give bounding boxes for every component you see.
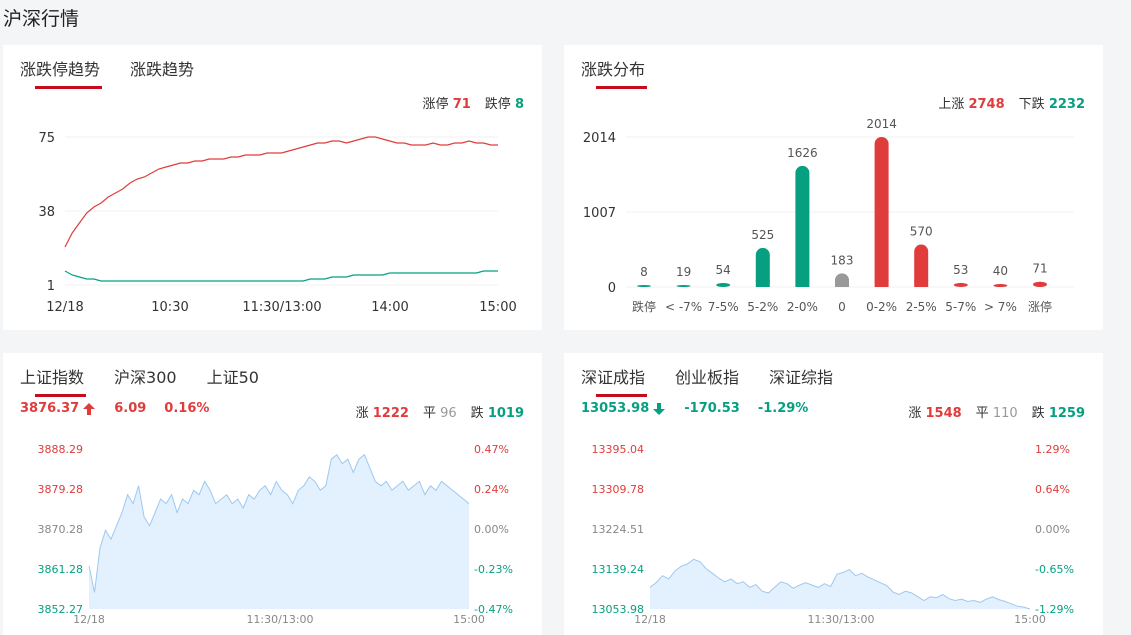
bar-value-label: 8 <box>640 265 648 279</box>
bar-category-label: 2-5% <box>906 300 937 314</box>
sh-index-chart: 3888.293879.283870.283861.283852.270.47%… <box>38 443 513 626</box>
x-tick-label: 15:00 <box>479 300 516 315</box>
bar-value-label: 183 <box>831 253 854 267</box>
y-left-label: 13309.78 <box>592 483 645 496</box>
bar-value-label: 71 <box>1032 262 1047 276</box>
bar-category-label: 0 <box>838 300 846 314</box>
bar-base <box>914 280 929 287</box>
bar-value-label: 2014 <box>866 117 897 131</box>
bar <box>676 285 691 287</box>
limit-trend-chart: 75 38 1 12/18 10:30 11:30/13:00 14:00 15:00 <box>38 131 516 315</box>
y-left-label: 3861.28 <box>38 563 84 576</box>
y-tick-label: 0 <box>608 281 616 296</box>
y-right-label: 0.00% <box>1035 523 1070 536</box>
bar-category-label: 7-5% <box>708 300 739 314</box>
bar <box>993 284 1008 287</box>
y-right-label: 1.29% <box>1035 443 1070 456</box>
bar-category-label: 0-2% <box>866 300 897 314</box>
bar-category-label: < -7% <box>665 300 702 314</box>
bar <box>637 285 651 287</box>
bar-base <box>874 280 889 287</box>
area-fill <box>89 454 469 609</box>
series-line-limit_down <box>64 270 498 282</box>
x-tick-label: 15:00 <box>1014 613 1046 626</box>
x-tick-label: 12/18 <box>634 613 666 626</box>
area-fill <box>650 559 1030 609</box>
y-right-label: 0.64% <box>1035 483 1070 496</box>
sh-index-card: 上证指数 沪深300 上证50 3876.37 6.09 0.16% 涨 122… <box>3 353 542 635</box>
y-right-label: -0.23% <box>474 563 513 576</box>
bar-base <box>755 280 770 287</box>
bar <box>1033 281 1047 287</box>
limit-trend-card: 涨跌停趋势 涨跌趋势 涨停 71 跌停 8 75 38 1 12/18 10:30 11:… <box>3 45 542 330</box>
y-tick-label: 2014 <box>583 131 616 146</box>
y-left-label: 13139.24 <box>592 563 645 576</box>
y-left-label: 3879.28 <box>38 483 84 496</box>
x-tick-label: 11:30/13:00 <box>807 613 874 626</box>
sz-index-card: 深证成指 创业板指 深证综指 13053.98 -170.53 -1.29% 涨… <box>564 353 1103 635</box>
bar-category-label: > 7% <box>984 300 1017 314</box>
y-right-label: 0.47% <box>474 443 509 456</box>
bar-value-label: 525 <box>751 228 774 242</box>
bar-value-label: 40 <box>993 264 1008 278</box>
bar <box>795 165 810 287</box>
y-right-label: 0.00% <box>474 523 509 536</box>
bar-category-label: 2-0% <box>787 300 818 314</box>
bar-base <box>795 280 810 287</box>
x-tick-label: 15:00 <box>453 613 485 626</box>
x-tick-label: 12/18 <box>73 613 105 626</box>
y-left-label: 3888.29 <box>38 443 84 456</box>
bar-category-label: 跌停 <box>632 299 656 314</box>
y-right-label: 0.24% <box>474 483 509 496</box>
y-tick-label: 1 <box>47 279 55 294</box>
bar-category-label: 涨停 <box>1028 299 1052 314</box>
x-tick-label: 10:30 <box>151 300 188 315</box>
distribution-chart: 2014 1007 0 8 跌停 19 < -7% 54 7-5% 525 5-2% 1626 2-0%… <box>583 117 1074 314</box>
y-left-label: 13224.51 <box>592 523 645 536</box>
x-tick-label: 14:00 <box>371 300 408 315</box>
y-tick-label: 1007 <box>583 206 616 221</box>
bar-value-label: 54 <box>716 263 731 277</box>
series-line-limit_up <box>64 136 498 248</box>
y-left-label: 3870.28 <box>38 523 84 536</box>
page-title: 沪深行情 <box>3 8 80 30</box>
y-tick-label: 75 <box>38 131 55 146</box>
bar-value-label: 1626 <box>787 146 818 160</box>
y-tick-label: 38 <box>38 205 55 220</box>
sz-index-chart: 13395.0413309.7813224.5113139.2413053.98… <box>592 443 1074 626</box>
bar-category-label: 5-7% <box>945 300 976 314</box>
bar <box>874 137 889 287</box>
distribution-card: 涨跌分布 上涨 2748 下跌 2232 2014 1007 0 8 跌停 19 < -7%… <box>564 45 1103 330</box>
bar-value-label: 19 <box>676 265 691 279</box>
bar-value-label: 53 <box>953 263 968 277</box>
bar <box>716 282 731 287</box>
x-tick-label: 12/18 <box>46 300 83 315</box>
x-tick-label: 11:30/13:00 <box>242 300 321 315</box>
bar-base <box>835 280 849 287</box>
bar-value-label: 570 <box>910 225 933 239</box>
bar <box>953 283 968 287</box>
bar-category-label: 5-2% <box>747 300 778 314</box>
y-left-label: 13395.04 <box>592 443 645 456</box>
y-right-label: -0.65% <box>1035 563 1074 576</box>
x-tick-label: 11:30/13:00 <box>246 613 313 626</box>
